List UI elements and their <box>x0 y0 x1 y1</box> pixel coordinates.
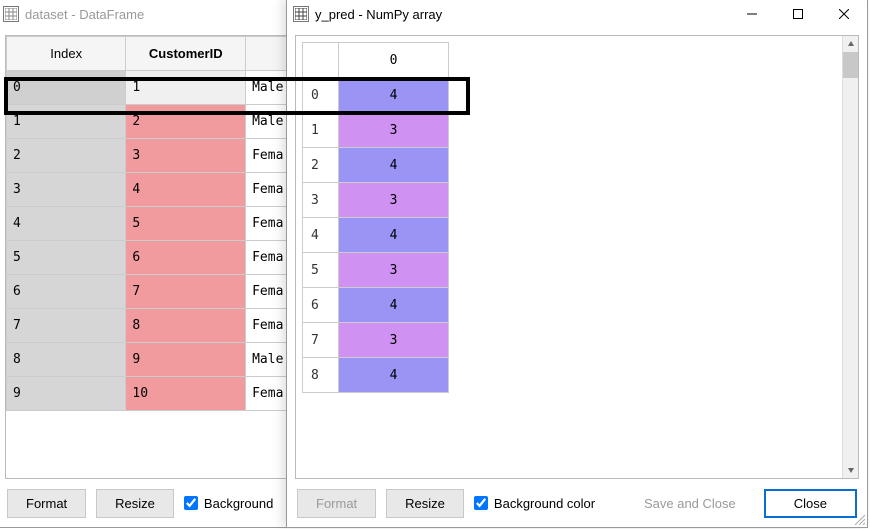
table-row[interactable]: 13 <box>303 113 449 148</box>
bgcolor-checkbox[interactable]: Background <box>184 496 273 511</box>
cell-index[interactable]: 0 <box>7 71 126 105</box>
table-icon <box>3 6 19 22</box>
cell-index[interactable]: 5 <box>303 253 339 288</box>
bgcolor-checkbox[interactable]: Background color <box>474 496 595 511</box>
cell-index[interactable]: 5 <box>7 241 126 275</box>
resize-button[interactable]: Resize <box>386 489 464 518</box>
cell-value[interactable]: 3 <box>339 183 449 218</box>
cell-customerid[interactable]: 5 <box>126 207 246 241</box>
maximize-button[interactable] <box>775 0 821 29</box>
cell-index[interactable]: 7 <box>303 323 339 358</box>
cell-index[interactable]: 6 <box>7 275 126 309</box>
table-row[interactable]: 23Fema <box>7 139 306 173</box>
col-header-0[interactable]: 0 <box>339 43 449 78</box>
cell-index[interactable]: 2 <box>7 139 126 173</box>
cell-value[interactable]: 4 <box>339 218 449 253</box>
cell-index[interactable]: 3 <box>7 173 126 207</box>
cell-customerid[interactable]: 2 <box>126 105 246 139</box>
cell-customerid[interactable]: 3 <box>126 139 246 173</box>
table-row[interactable]: 73 <box>303 323 449 358</box>
table-icon <box>293 6 309 22</box>
cell-index[interactable]: 7 <box>7 309 126 343</box>
cell-value[interactable]: 3 <box>339 253 449 288</box>
cell-customerid[interactable]: 1 <box>126 71 246 105</box>
resize-button[interactable]: Resize <box>96 489 174 518</box>
scroll-down-arrow[interactable] <box>843 462 858 478</box>
titlebar: dataset - DataFrame <box>0 0 315 29</box>
table-row[interactable]: 53 <box>303 253 449 288</box>
cell-customerid[interactable]: 9 <box>126 343 246 377</box>
blank-corner <box>303 43 339 78</box>
table-row[interactable]: 78Fema <box>7 309 306 343</box>
save-and-close-button[interactable]: Save and Close <box>626 490 754 517</box>
cell-value[interactable]: 3 <box>339 323 449 358</box>
format-button[interactable]: Format <box>7 489 86 518</box>
table-row[interactable]: 04 <box>303 78 449 113</box>
cell-index[interactable]: 0 <box>303 78 339 113</box>
col-index[interactable]: Index <box>7 37 126 71</box>
cell-index[interactable]: 6 <box>303 288 339 323</box>
numpy-window: y_pred - NumPy array 0 0413243 <box>286 0 868 528</box>
cell-value[interactable]: 4 <box>339 78 449 113</box>
window-title: y_pred - NumPy array <box>315 7 729 22</box>
table-row[interactable]: 84 <box>303 358 449 393</box>
table-row[interactable]: 56Fema <box>7 241 306 275</box>
cell-index[interactable]: 4 <box>303 218 339 253</box>
close-button[interactable] <box>821 0 867 29</box>
table-row[interactable]: 44 <box>303 218 449 253</box>
scroll-thumb[interactable] <box>843 52 858 78</box>
cell-value[interactable]: 4 <box>339 288 449 323</box>
dataframe-grid[interactable]: Index CustomerID 01Male12Male23Fema34Fem… <box>5 35 307 479</box>
bgcolor-check-input[interactable] <box>184 496 198 510</box>
dataframe-window: dataset - DataFrame Index CustomerID 01M… <box>0 0 316 528</box>
toolbar: Format Resize Background <box>5 479 307 527</box>
cell-index[interactable]: 9 <box>7 377 126 411</box>
cell-index[interactable]: 2 <box>303 148 339 183</box>
cell-value[interactable]: 4 <box>339 358 449 393</box>
vertical-scrollbar[interactable] <box>842 36 858 478</box>
window-title: dataset - DataFrame <box>25 7 315 22</box>
table-row[interactable]: 89Male <box>7 343 306 377</box>
table-row[interactable]: 01Male <box>7 71 306 105</box>
table-row[interactable]: 67Fema <box>7 275 306 309</box>
cell-index[interactable]: 8 <box>7 343 126 377</box>
table-row[interactable]: 24 <box>303 148 449 183</box>
table-row[interactable]: 33 <box>303 183 449 218</box>
cell-index[interactable]: 1 <box>7 105 126 139</box>
toolbar: Format Resize Background color Save and … <box>295 479 859 527</box>
header-row: Index CustomerID <box>7 37 306 71</box>
header-row: 0 <box>303 43 449 78</box>
table-row[interactable]: 64 <box>303 288 449 323</box>
minimize-button[interactable] <box>729 0 775 29</box>
bgcolor-label: Background <box>204 496 273 511</box>
cell-index[interactable]: 4 <box>7 207 126 241</box>
cell-index[interactable]: 3 <box>303 183 339 218</box>
table-row[interactable]: 45Fema <box>7 207 306 241</box>
cell-value[interactable]: 4 <box>339 148 449 183</box>
table-row[interactable]: 34Fema <box>7 173 306 207</box>
bgcolor-check-input[interactable] <box>474 496 488 510</box>
col-customerid[interactable]: CustomerID <box>126 37 246 71</box>
resize-grip-icon[interactable] <box>853 513 865 525</box>
numpy-grid[interactable]: 0 041324334453647384 <box>295 35 859 479</box>
scroll-up-arrow[interactable] <box>843 36 858 52</box>
close-button[interactable]: Close <box>764 489 857 518</box>
cell-customerid[interactable]: 7 <box>126 275 246 309</box>
cell-customerid[interactable]: 4 <box>126 173 246 207</box>
cell-value[interactable]: 3 <box>339 113 449 148</box>
cell-index[interactable]: 8 <box>303 358 339 393</box>
format-button[interactable]: Format <box>297 489 376 518</box>
cell-index[interactable]: 1 <box>303 113 339 148</box>
cell-customerid[interactable]: 10 <box>126 377 246 411</box>
table-row[interactable]: 12Male <box>7 105 306 139</box>
bgcolor-label: Background color <box>494 496 595 511</box>
table-row[interactable]: 910Fema <box>7 377 306 411</box>
cell-customerid[interactable]: 8 <box>126 309 246 343</box>
cell-customerid[interactable]: 6 <box>126 241 246 275</box>
titlebar: y_pred - NumPy array <box>287 0 867 29</box>
